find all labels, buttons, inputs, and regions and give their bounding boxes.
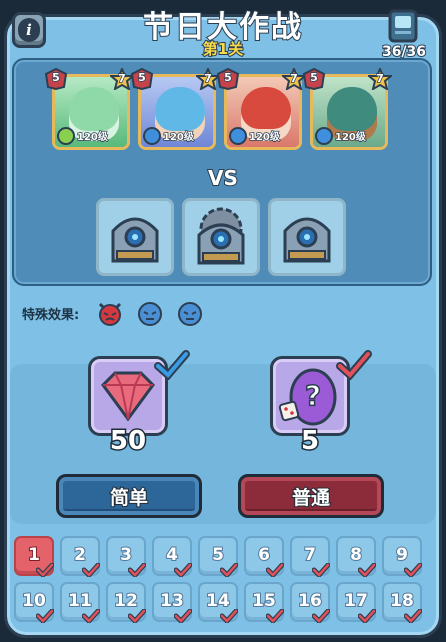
- stage-number: 7: [303, 544, 317, 566]
- stage-number: 2: [73, 544, 87, 566]
- stage-tile[interactable]: 12: [106, 582, 146, 623]
- stage-number: 11: [67, 590, 93, 612]
- stage-tile[interactable]: 14: [198, 582, 238, 623]
- check-icon: [358, 609, 376, 623]
- stage-number: 14: [205, 590, 231, 612]
- stage-number: 9: [395, 544, 409, 566]
- stage-tile[interactable]: 3: [106, 536, 146, 577]
- check-icon: [174, 609, 192, 623]
- vs-label: VS: [207, 165, 239, 191]
- wind-element-icon: [57, 127, 75, 145]
- stage-tile[interactable]: 6: [244, 536, 284, 577]
- stage-tile[interactable]: 4: [152, 536, 192, 577]
- reward-count: 5: [299, 425, 320, 458]
- stage-tile[interactable]: 18: [382, 582, 422, 623]
- check-icon: [358, 563, 376, 577]
- stage-tile[interactable]: 1: [14, 536, 54, 577]
- check-icon: [128, 609, 146, 623]
- hero-star-count: 5: [137, 70, 146, 85]
- stage-number: 6: [257, 544, 271, 566]
- check-icon: [312, 609, 330, 623]
- stage-number: 5: [211, 544, 225, 566]
- check-icon: [154, 350, 190, 380]
- blue-face-icon[interactable]: [176, 300, 204, 326]
- check-icon: [220, 609, 238, 623]
- special-effects-label: 特殊效果:: [22, 308, 80, 323]
- stage-number: 13: [159, 590, 185, 612]
- water-element-icon: [143, 127, 161, 145]
- robot-icon: [283, 217, 331, 263]
- stage-number: 17: [343, 590, 369, 612]
- robot-icon: [111, 217, 159, 263]
- reward-count: 50: [108, 425, 147, 458]
- stage-tile[interactable]: 17: [336, 582, 376, 623]
- blue-face-icon[interactable]: [136, 300, 164, 326]
- stage-tile[interactable]: 15: [244, 582, 284, 623]
- check-icon: [312, 563, 330, 577]
- stage-tile[interactable]: 5: [198, 536, 238, 577]
- water-element-icon: [315, 127, 333, 145]
- enemy-card-2[interactable]: [182, 198, 260, 276]
- stage-number: 15: [251, 590, 277, 612]
- hero-star-count: 5: [309, 70, 318, 85]
- stage-grid: 1 2 3 4 5 6 7 8 9 10 11 12 13 14 15 16 17 18: [12, 534, 434, 630]
- stage-tile[interactable]: 10: [14, 582, 54, 623]
- enemy-card-3[interactable]: [268, 198, 346, 276]
- stage-number: 12: [113, 590, 139, 612]
- check-icon: [336, 350, 372, 380]
- hero-level: 120级: [248, 131, 280, 144]
- stage-number: 18: [389, 590, 415, 612]
- normal-difficulty-button[interactable]: 普通: [238, 474, 384, 518]
- stage-tile[interactable]: 13: [152, 582, 192, 623]
- check-icon: [128, 563, 146, 577]
- stage-number: 10: [21, 590, 47, 612]
- easy-difficulty-button[interactable]: 简单: [56, 474, 202, 518]
- hero-level: 120级: [76, 131, 108, 144]
- stage-number: 16: [297, 590, 323, 612]
- hero-level: 120级: [334, 131, 366, 144]
- stamina-book-icon[interactable]: [386, 8, 422, 44]
- stage-tile[interactable]: 2: [60, 536, 100, 577]
- stage-number: 1: [27, 544, 41, 566]
- red-devil-face-icon[interactable]: [96, 300, 124, 326]
- hero-level: 120级: [162, 131, 194, 144]
- hero-star-count: 5: [223, 70, 232, 85]
- check-icon: [82, 609, 100, 623]
- check-icon: [404, 563, 422, 577]
- water-element-icon: [229, 127, 247, 145]
- hero-star-count: 5: [51, 70, 60, 85]
- stage-number: 8: [349, 544, 363, 566]
- check-icon: [266, 609, 284, 623]
- stage-tile[interactable]: 9: [382, 536, 422, 577]
- check-icon: [82, 563, 100, 577]
- stage-tile[interactable]: 16: [290, 582, 330, 623]
- check-icon: [36, 609, 54, 623]
- stage-tile[interactable]: 8: [336, 536, 376, 577]
- enemy-card-1[interactable]: [96, 198, 174, 276]
- gear-robot-icon: [197, 207, 245, 265]
- game-frame: i 节日大作战 第1关 36/36 120级 120级 120级 120级 5 …: [0, 0, 446, 642]
- check-icon: [36, 563, 54, 577]
- check-icon: [174, 563, 192, 577]
- check-icon: [266, 563, 284, 577]
- check-icon: [404, 609, 422, 623]
- stage-tile[interactable]: 7: [290, 536, 330, 577]
- stage-number: 4: [165, 544, 179, 566]
- check-icon: [220, 563, 238, 577]
- hero-rank: 7: [375, 71, 384, 86]
- stage-number: 3: [119, 544, 133, 566]
- svg-text:?: ?: [305, 379, 321, 412]
- stage-tile[interactable]: 11: [60, 582, 100, 623]
